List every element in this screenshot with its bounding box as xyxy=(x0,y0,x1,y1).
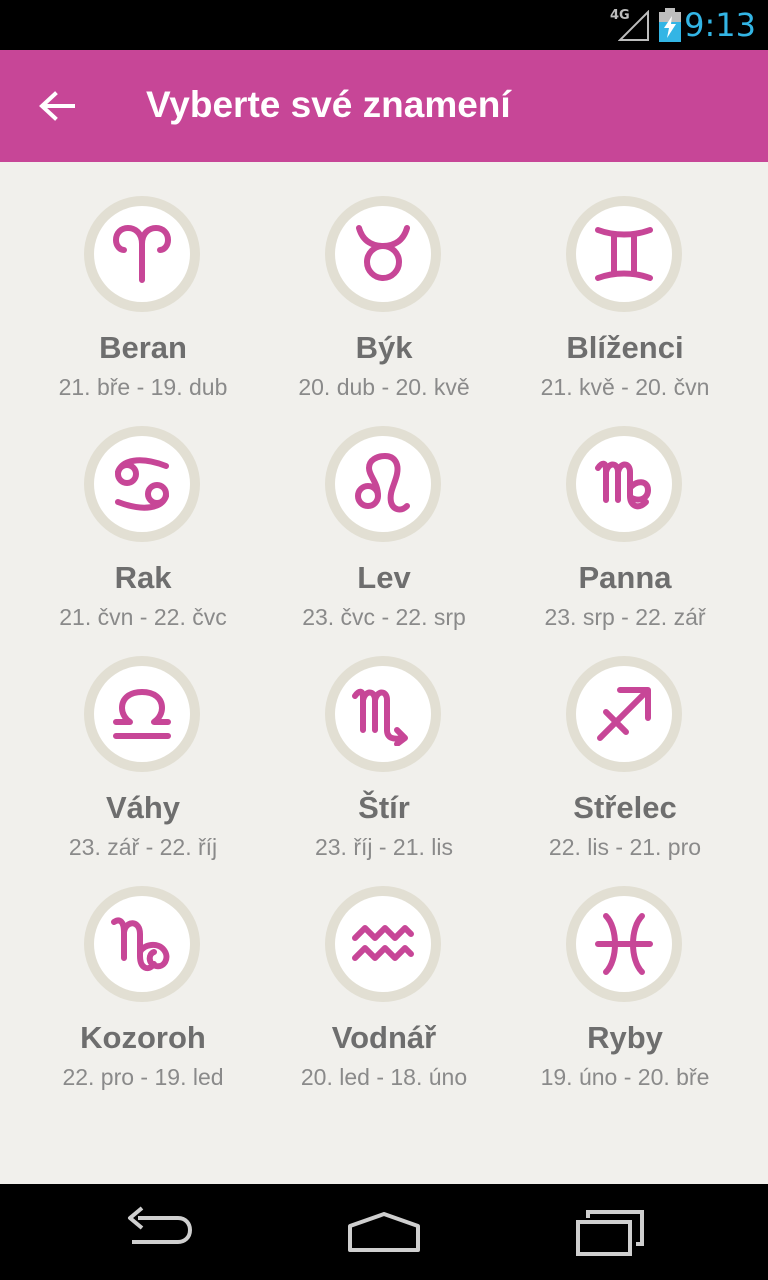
sign-name: Panna xyxy=(578,560,672,595)
sign-item-panna[interactable]: Panna 23. srp - 22. zář xyxy=(482,392,738,630)
status-bar: 4G 9:13 xyxy=(0,0,768,50)
sign-item-blizenci[interactable]: Blíženci 21. kvě - 20. čvn xyxy=(482,162,738,400)
battery-charging-icon xyxy=(659,8,681,42)
sign-item-byk[interactable]: Býk 20. dub - 20. kvě xyxy=(241,162,497,400)
pisces-icon xyxy=(595,913,653,975)
nav-recents-icon[interactable] xyxy=(574,1206,646,1258)
gemini-icon xyxy=(595,227,653,281)
sign-item-strelec[interactable]: Střelec 22. lis - 21. pro xyxy=(482,622,738,860)
taurus-icon xyxy=(356,225,410,281)
sign-circle xyxy=(325,656,441,772)
aquarius-icon xyxy=(352,925,414,961)
signal-icon xyxy=(618,10,649,41)
sign-item-beran[interactable]: Beran 21. bře - 19. dub xyxy=(0,162,256,400)
sign-circle xyxy=(325,196,441,312)
sign-item-stir[interactable]: Štír 23. říj - 21. lis xyxy=(241,622,497,860)
cancer-icon xyxy=(115,457,169,511)
libra-icon xyxy=(113,689,171,739)
sign-item-ryby[interactable]: Ryby 19. úno - 20. bře xyxy=(482,852,738,1090)
sagittarius-icon xyxy=(597,687,651,741)
scorpio-icon xyxy=(352,688,408,746)
aries-icon xyxy=(112,224,172,283)
sign-circle xyxy=(84,656,200,772)
sign-circle xyxy=(84,886,200,1002)
back-button[interactable] xyxy=(28,72,86,140)
sign-item-rak[interactable]: Rak 21. čvn - 22. čvc xyxy=(0,392,256,630)
sign-name: Blíženci xyxy=(566,330,684,365)
capricorn-icon xyxy=(111,917,170,972)
sign-item-lev[interactable]: Lev 23. čvc - 22. srp xyxy=(241,392,497,630)
sign-item-vahy[interactable]: Váhy 23. zář - 22. říj xyxy=(0,622,256,860)
sign-circle xyxy=(566,196,682,312)
sign-name: Střelec xyxy=(573,790,677,825)
sign-circle xyxy=(566,656,682,772)
sign-circle xyxy=(84,426,200,542)
sign-circle xyxy=(325,886,441,1002)
navigation-bar xyxy=(0,1184,768,1280)
sign-item-kozoroh[interactable]: Kozoroh 22. pro - 19. led xyxy=(0,852,256,1090)
nav-back-icon[interactable] xyxy=(124,1206,196,1258)
sign-name: Ryby xyxy=(587,1020,663,1055)
nav-home-icon[interactable] xyxy=(346,1206,422,1258)
sign-circle xyxy=(84,196,200,312)
sign-circle xyxy=(325,426,441,542)
arrow-back-icon xyxy=(39,91,75,121)
virgo-icon xyxy=(595,460,652,510)
sign-circle xyxy=(566,886,682,1002)
clock: 9:13 xyxy=(684,6,756,44)
sign-dates: 19. úno - 20. bře xyxy=(540,1064,710,1090)
app-bar: Vyberte své znamení xyxy=(0,50,768,162)
sign-item-vodnar[interactable]: Vodnář 20. led - 18. úno xyxy=(241,852,497,1090)
leo-icon xyxy=(355,452,410,513)
page-title: Vyberte své znamení xyxy=(146,84,511,125)
sign-circle xyxy=(566,426,682,542)
